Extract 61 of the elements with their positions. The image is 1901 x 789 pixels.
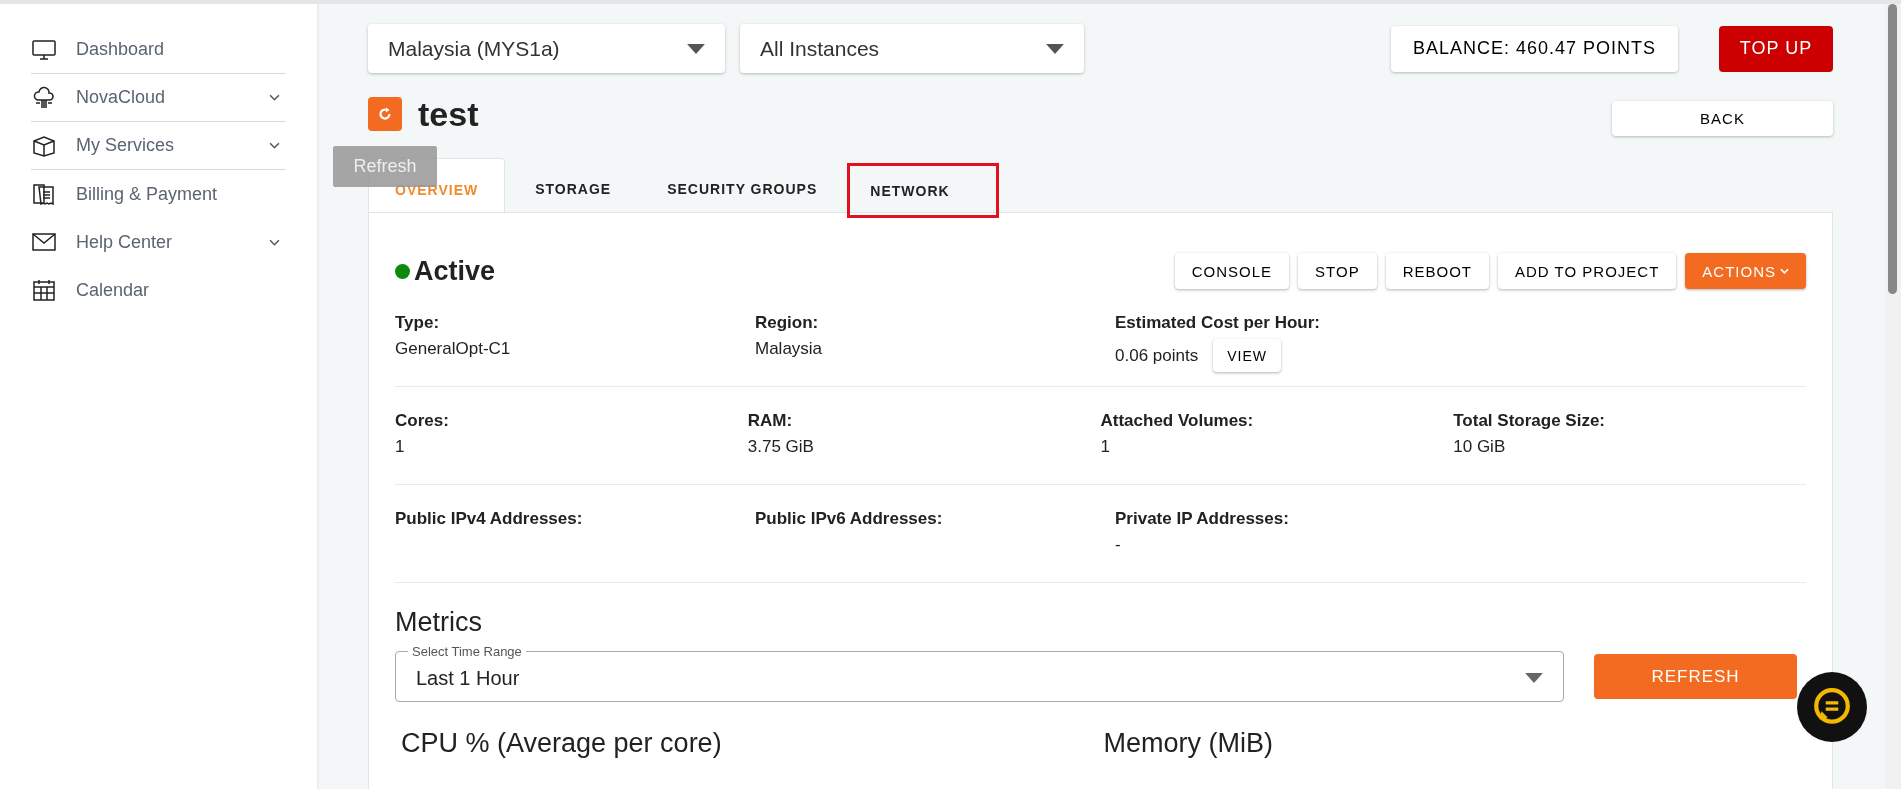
chevron-down-icon [269, 142, 280, 149]
receipt-icon [31, 182, 57, 206]
top-up-button[interactable]: TOP UP [1719, 25, 1833, 72]
monitor-icon [31, 37, 57, 62]
cloud-icon [31, 85, 57, 110]
sidebar-item[interactable]: Calendar [31, 266, 286, 314]
calendar-icon [31, 278, 57, 302]
section-heading: Metrics [395, 607, 483, 638]
detail-value: Malaysia [755, 339, 823, 359]
detail-label: Public IPv6 Addresses: [755, 509, 944, 529]
action-button[interactable]: STOP [1298, 253, 1377, 289]
box-icon [31, 133, 57, 158]
tab[interactable]: SECURITY GROUPS [641, 158, 844, 212]
detail-label: Public IPv4 Addresses: [395, 509, 584, 529]
scrollbar[interactable] [1885, 4, 1901, 789]
action-button[interactable]: CONSOLE [1174, 253, 1290, 289]
chart-title: Memory (MiB) [1103, 728, 1274, 759]
view-button[interactable]: VIEW [1213, 339, 1281, 372]
balance-button[interactable]: BALANCE: 460.47 POINTS [1390, 25, 1678, 72]
time-range-select[interactable]: Select Time Range Last 1 Hour [395, 644, 1564, 702]
refresh-icon [377, 106, 393, 122]
detail-value: 1 [1100, 437, 1110, 457]
detail-value: - [1115, 535, 1121, 555]
refresh-button[interactable] [368, 97, 402, 131]
chart-title: CPU % (Average per core) [401, 728, 723, 759]
action-button[interactable]: REBOOT [1385, 253, 1489, 289]
detail-value: 3.75 GiB [747, 437, 814, 457]
detail-label: Total Storage Size: [1453, 411, 1606, 431]
sidebar-item[interactable]: My Services [31, 122, 286, 170]
chevron-down-icon [269, 238, 280, 246]
caret-icon [687, 43, 705, 54]
caret-icon [1046, 43, 1064, 54]
dropdown-field[interactable]: Malaysia (MYS1a) [368, 24, 725, 73]
envelope-icon [31, 230, 57, 254]
detail-value: GeneralOpt-C1 [395, 339, 511, 359]
status-label: Active [414, 255, 496, 287]
detail-label: Cores: [395, 411, 450, 431]
back-button[interactable]: BACK [1612, 100, 1833, 136]
action-button[interactable]: ADD TO PROJECT [1498, 253, 1677, 289]
detail-value: 10 GiB [1453, 437, 1506, 457]
detail-label: RAM: [747, 411, 794, 431]
detail-value: 1 [395, 437, 405, 457]
detail-value: 0.06 points [1115, 345, 1199, 366]
chevron-down-icon [1780, 268, 1789, 274]
instance-name: test [418, 94, 479, 134]
detail-label: Estimated Cost per Hour: [1115, 313, 1321, 333]
tab[interactable]: NETWORK [847, 163, 999, 218]
detail-label: Private IP Addresses: [1115, 509, 1290, 529]
status-dot [395, 263, 410, 279]
tab[interactable]: STORAGE [509, 158, 638, 212]
tooltip: Refresh [333, 146, 437, 187]
detail-label: Attached Volumes: [1100, 411, 1255, 431]
dropdown-field[interactable]: All Instances [740, 24, 1084, 73]
sidebar-item[interactable]: Help Center [31, 218, 286, 266]
detail-label: Region: [755, 313, 820, 333]
chevron-down-icon [269, 94, 280, 101]
detail-label: Type: [395, 313, 441, 333]
caret-icon [1525, 673, 1543, 683]
sidebar-item[interactable]: NovaCloud [31, 74, 286, 122]
sidebar-item[interactable]: Dashboard [31, 26, 286, 74]
sidebar-item[interactable]: Billing & Payment [31, 170, 286, 218]
